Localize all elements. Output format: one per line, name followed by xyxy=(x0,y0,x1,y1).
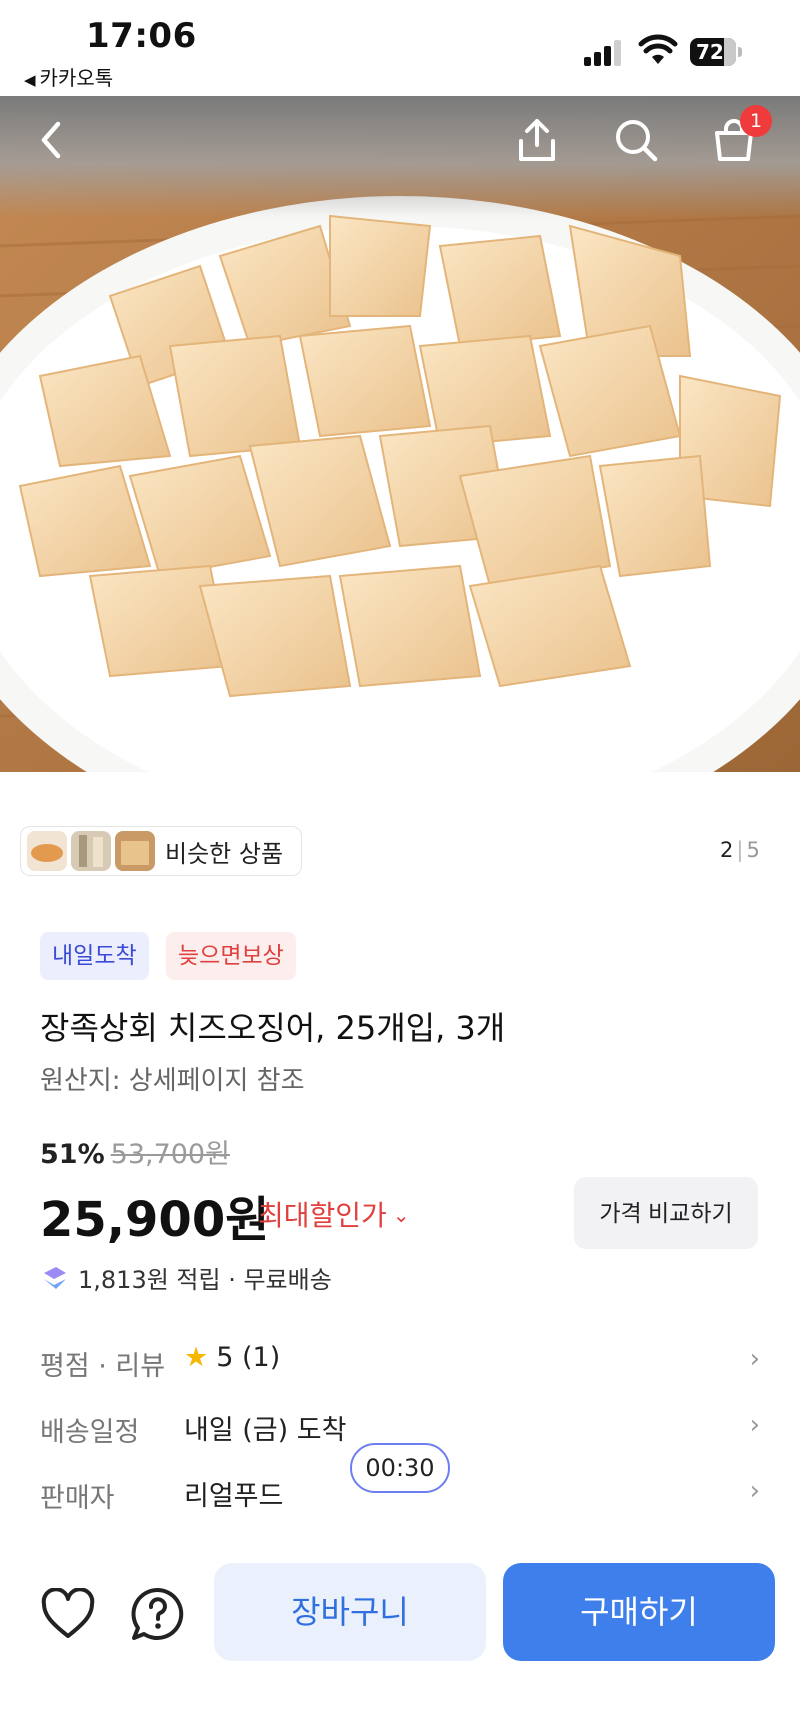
wifi-icon xyxy=(638,34,678,66)
search-button[interactable] xyxy=(608,112,664,168)
delivery-value: 내일 (금) 도착 xyxy=(184,1415,347,1446)
max-discount-dropdown[interactable]: 최대할인가 ⌄ xyxy=(258,1194,410,1234)
chevron-right-icon: › xyxy=(749,1410,760,1440)
status-bar: 17:06 ◀ 카카오톡 72 xyxy=(0,0,800,96)
arrive-tomorrow-badge: 내일도착 xyxy=(40,932,149,980)
image-top-gradient xyxy=(0,96,800,218)
seller-key: 판매자 xyxy=(40,1483,115,1514)
wishlist-button[interactable] xyxy=(38,1584,98,1644)
heart-icon xyxy=(41,1588,95,1638)
discount-rate: 51% xyxy=(40,1139,105,1170)
price-compare-button[interactable]: 가격 비교하기 xyxy=(574,1177,758,1249)
similar-products-label: 비슷한 상품 xyxy=(165,839,284,868)
late-compensation-badge: 늦으면보상 xyxy=(166,932,296,980)
back-app-label: 카카오톡 xyxy=(39,66,114,90)
discount-row: 51% 53,700원 xyxy=(40,1132,230,1171)
points-icon xyxy=(44,1266,66,1289)
pager-total: 5 xyxy=(746,838,760,862)
battery-level: 72 xyxy=(696,40,724,64)
star-icon: ★ xyxy=(184,1342,209,1373)
back-button[interactable] xyxy=(24,112,80,168)
similar-thumbnail xyxy=(71,831,111,871)
rating-review-key: 평점 · 리뷰 xyxy=(40,1351,166,1382)
similar-products-button[interactable]: 비슷한 상품 xyxy=(20,826,302,876)
cellular-signal-icon xyxy=(584,38,624,66)
pager-current: 2 xyxy=(720,838,734,862)
delivery-key: 배송일정 xyxy=(40,1417,140,1448)
back-to-app-link[interactable]: ◀ 카카오톡 xyxy=(24,62,113,91)
points-text: 1,813원 적립 · 무료배송 xyxy=(78,1266,332,1294)
delivery-schedule-row[interactable]: 배송일정 내일 (금) 도착 › xyxy=(40,1404,760,1448)
seller-value: 리얼푸드 xyxy=(184,1481,284,1512)
cart-count-badge: 1 xyxy=(740,105,772,137)
pager-separator: | xyxy=(736,838,744,862)
product-origin: 원산지: 상세페이지 참조 xyxy=(40,1066,305,1096)
product-title: 장족상회 치즈오징어, 25개입, 3개 xyxy=(40,1009,506,1047)
similar-thumbnail xyxy=(27,831,67,871)
rating-review-row[interactable]: 평점 · 리뷰 ★ 5 (1) › xyxy=(40,1338,760,1382)
original-price: 53,700원 xyxy=(110,1139,230,1170)
back-triangle-icon: ◀ xyxy=(24,71,36,89)
chevron-down-icon: ⌄ xyxy=(392,1203,410,1227)
question-bubble-icon xyxy=(131,1587,184,1640)
chevron-right-icon: › xyxy=(749,1476,760,1506)
max-discount-label: 최대할인가 xyxy=(258,1199,387,1232)
status-time: 17:06 xyxy=(86,16,197,56)
similar-thumbnail xyxy=(115,831,155,871)
image-pager: 2 | 5 xyxy=(720,838,760,862)
inquiry-button[interactable] xyxy=(128,1584,188,1644)
buy-now-button[interactable]: 구매하기 xyxy=(503,1563,775,1661)
timer-badge: 00:30 xyxy=(350,1443,450,1493)
sale-price: 25,900원 xyxy=(40,1192,270,1248)
chevron-right-icon: › xyxy=(749,1344,760,1374)
add-to-cart-button[interactable]: 장바구니 xyxy=(214,1563,486,1661)
rating-value: 5 (1) xyxy=(216,1342,281,1373)
search-icon xyxy=(616,120,658,162)
share-button[interactable] xyxy=(509,112,565,168)
battery-icon: 72 xyxy=(690,38,742,66)
points-shipping-row: 1,813원 적립 · 무료배송 xyxy=(40,1260,332,1295)
chevron-left-icon xyxy=(41,121,61,159)
share-icon xyxy=(519,119,555,161)
